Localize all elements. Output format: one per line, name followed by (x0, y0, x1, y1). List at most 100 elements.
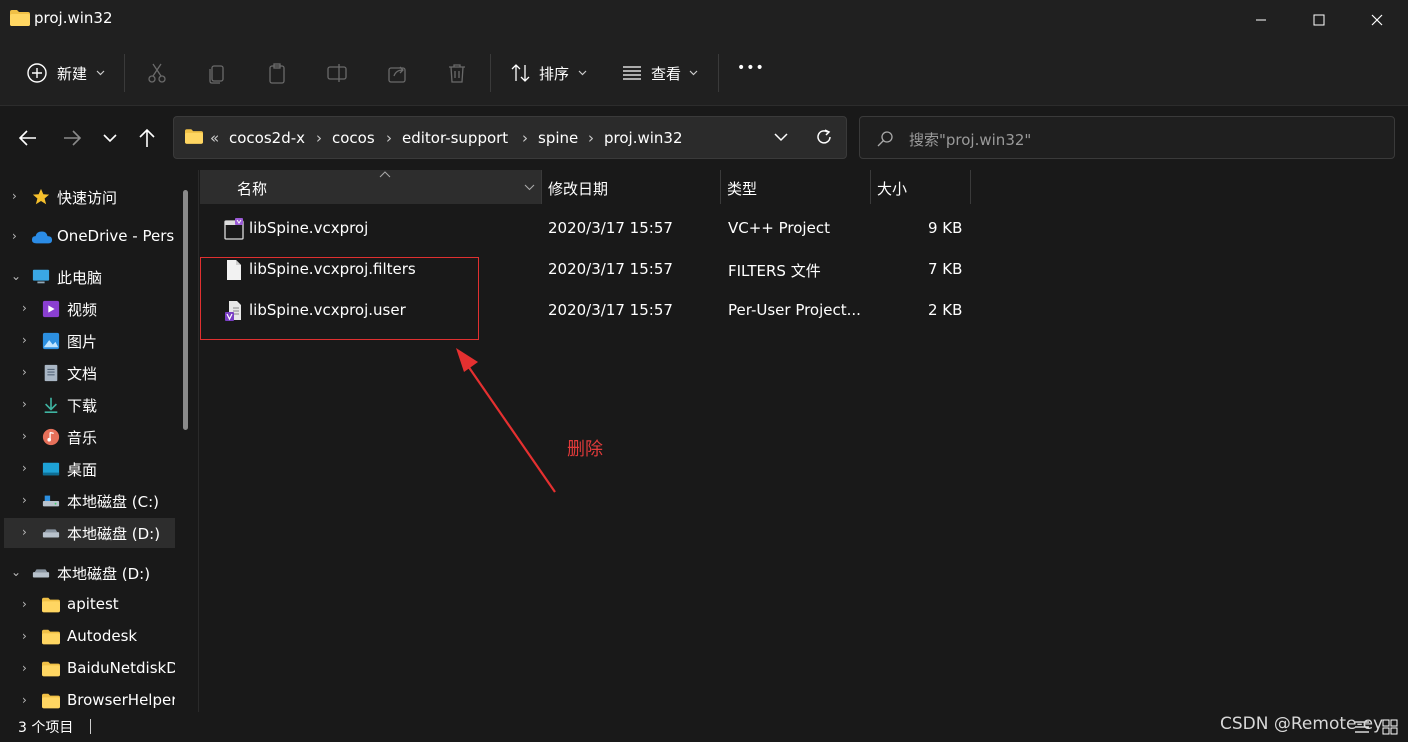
column-header-size[interactable]: 大小 (877, 170, 907, 204)
file-type: Per-User Project... (728, 301, 861, 319)
sidebar-item-label: 图片 (67, 333, 98, 351)
sidebar-item-folder[interactable]: › Autodesk (0, 622, 180, 652)
chevron-right-icon[interactable]: › (22, 629, 27, 643)
vcxproj-icon (224, 218, 244, 240)
title-bar (0, 0, 1408, 40)
item-count: 3 个项目 (18, 720, 74, 736)
annotation-highlight-box (200, 257, 479, 340)
sidebar-item-documents[interactable]: › 文档 (0, 358, 180, 388)
chevron-down-icon[interactable] (524, 184, 535, 191)
file-size: 2 KB (928, 301, 963, 319)
chevron-right-icon[interactable]: › (22, 333, 27, 347)
drive-icon (42, 529, 60, 538)
recent-locations-button[interactable] (98, 126, 122, 150)
breadcrumb-item[interactable]: editor-support (402, 129, 508, 147)
sidebar-item-videos[interactable]: › 视频 (0, 294, 180, 324)
sidebar-item-label: 下载 (67, 397, 98, 415)
sidebar-item-this-pc[interactable]: ⌄ 此电脑 (0, 262, 180, 292)
sidebar-item-drive-c[interactable]: › 本地磁盘 (C:) (0, 486, 180, 516)
sidebar-item-desktop[interactable]: › 桌面 (0, 454, 180, 484)
breadcrumb-item[interactable]: spine (538, 129, 578, 147)
sidebar-item-music[interactable]: › 音乐 (0, 422, 180, 452)
breadcrumb-separator[interactable]: › (386, 129, 392, 147)
chevron-right-icon[interactable]: › (22, 493, 27, 507)
sidebar-scrollbar[interactable] (183, 190, 188, 430)
sort-button[interactable]: 排序 (508, 58, 592, 88)
annotation-label: 删除 (567, 439, 603, 460)
address-history-button[interactable] (770, 126, 792, 148)
chevron-down-icon (774, 132, 788, 141)
breadcrumb-separator[interactable]: › (588, 129, 594, 147)
rename-button[interactable] (324, 60, 350, 86)
paste-button[interactable] (264, 60, 290, 86)
folder-icon (42, 693, 60, 709)
breadcrumb-separator[interactable]: › (316, 129, 322, 147)
chevron-right-icon[interactable]: › (22, 461, 27, 475)
chevron-down-icon (689, 70, 698, 76)
view-button[interactable]: 查看 (620, 58, 704, 88)
column-header-type[interactable]: 类型 (727, 170, 757, 204)
documents-icon (44, 364, 58, 382)
chevron-right-icon[interactable]: › (22, 661, 27, 675)
sidebar-item-folder[interactable]: › BaiduNetdiskD (0, 654, 180, 684)
share-button[interactable] (384, 60, 410, 86)
sidebar-item-pictures[interactable]: › 图片 (0, 326, 180, 356)
column-separator[interactable] (720, 170, 721, 204)
chevron-right-icon[interactable]: › (22, 301, 27, 315)
chevron-right-icon[interactable]: › (22, 429, 27, 443)
forward-button[interactable] (60, 126, 84, 150)
maximize-button[interactable] (1290, 0, 1348, 40)
cloud-icon (31, 231, 53, 244)
minimize-button[interactable] (1232, 0, 1290, 40)
toolbar-separator (490, 54, 491, 92)
breadcrumb-item[interactable]: cocos2d-x (229, 129, 305, 147)
chevron-right-icon[interactable]: › (22, 525, 27, 539)
up-button[interactable] (135, 126, 159, 150)
chevron-right-icon[interactable]: › (22, 597, 27, 611)
refresh-button[interactable] (812, 126, 836, 148)
file-name: libSpine.vcxproj (249, 219, 369, 237)
back-button[interactable] (16, 126, 40, 150)
column-separator[interactable] (870, 170, 871, 204)
column-separator[interactable] (541, 170, 542, 204)
search-placeholder: 搜索"proj.win32" (909, 131, 1032, 149)
sidebar-item-label: 桌面 (67, 461, 98, 479)
chevron-right-icon[interactable]: › (12, 229, 17, 243)
column-separator[interactable] (970, 170, 971, 204)
folder-icon (10, 10, 30, 26)
breadcrumb-separator[interactable]: › (522, 129, 528, 147)
sort-icon (511, 64, 530, 82)
breadcrumb-item[interactable]: proj.win32 (604, 129, 683, 147)
file-row[interactable]: libSpine.vcxproj 2020/3/17 15:57 VC++ Pr… (200, 209, 972, 249)
sidebar-item-onedrive[interactable]: › OneDrive - Perso (0, 222, 180, 252)
pane-divider[interactable] (198, 170, 199, 712)
file-date: 2020/3/17 15:57 (548, 219, 673, 237)
sidebar-item-downloads[interactable]: › 下载 (0, 390, 180, 420)
cut-button[interactable] (144, 60, 170, 86)
new-button[interactable]: 新建 (24, 58, 112, 88)
chevron-right-icon[interactable]: › (22, 693, 27, 707)
chevron-right-icon[interactable]: › (12, 189, 17, 203)
copy-button[interactable] (204, 60, 230, 86)
column-header-date[interactable]: 修改日期 (548, 170, 608, 204)
sidebar-item-label: 视频 (67, 301, 98, 319)
file-date: 2020/3/17 15:57 (548, 260, 673, 278)
delete-button[interactable] (444, 60, 470, 86)
more-options-button[interactable]: ••• (737, 60, 764, 86)
sidebar-item-quick-access[interactable]: › 快速访问 (0, 182, 180, 212)
chevron-down-icon[interactable]: ⌄ (11, 269, 21, 283)
close-button[interactable] (1348, 0, 1406, 40)
breadcrumb-overflow[interactable]: « (210, 129, 219, 147)
pictures-icon (42, 332, 60, 350)
chevron-right-icon[interactable]: › (22, 397, 27, 411)
sidebar-item-drive-d[interactable]: › 本地磁盘 (D:) (4, 518, 175, 548)
status-bar (0, 712, 1408, 742)
chevron-down-icon[interactable]: ⌄ (11, 565, 21, 579)
sidebar-item-drive-d-root[interactable]: ⌄ 本地磁盘 (D:) (0, 558, 180, 588)
star-icon (32, 188, 50, 205)
chevron-right-icon[interactable]: › (22, 365, 27, 379)
sidebar-item-folder[interactable]: › apitest (0, 590, 180, 620)
sidebar-item-label: 音乐 (67, 429, 98, 447)
breadcrumb-item[interactable]: cocos (332, 129, 375, 147)
trash-icon (449, 64, 465, 83)
